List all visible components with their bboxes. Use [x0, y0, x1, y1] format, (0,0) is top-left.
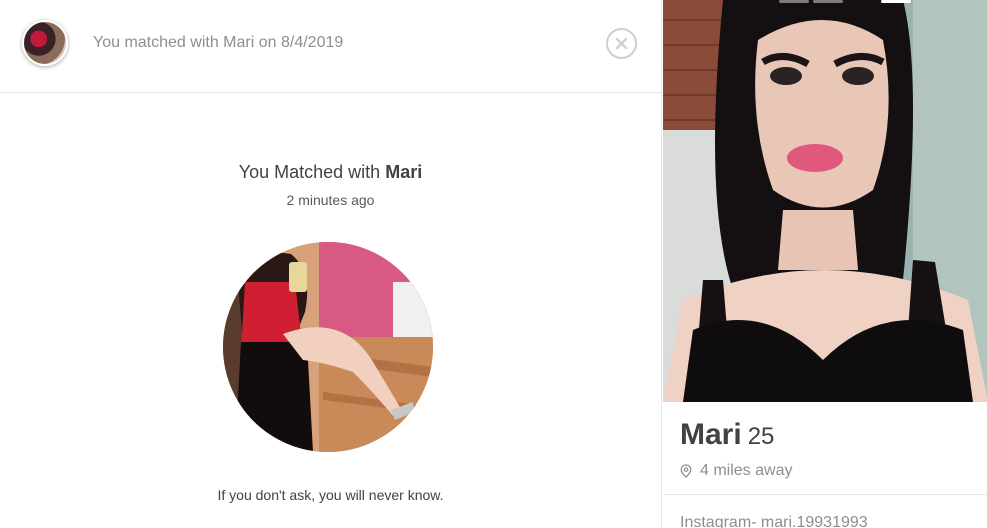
- match-photo[interactable]: [223, 242, 433, 452]
- profile-instagram: Instagram- mari.19931993: [680, 514, 868, 528]
- header-text-on: on: [258, 34, 277, 51]
- profile-divider: [663, 494, 987, 495]
- close-icon: [615, 37, 628, 50]
- location-pin-icon: [680, 464, 692, 478]
- header-match-name: Mari: [223, 34, 255, 51]
- distance-text: 4 miles away: [700, 462, 793, 479]
- match-title-name: Mari: [385, 162, 423, 182]
- profile-photo-image: [663, 0, 987, 402]
- match-header-text: You matched with Mari on 8/4/2019: [93, 34, 343, 52]
- match-time: 2 minutes ago: [286, 192, 375, 208]
- profile-distance: 4 miles away: [680, 462, 792, 480]
- photo-indicators: [663, 0, 987, 4]
- photo-indicator-active[interactable]: [881, 0, 911, 3]
- profile-name-text: Mari: [680, 418, 742, 451]
- header-avatar[interactable]: [22, 20, 68, 66]
- header-match-date: 8/4/2019: [280, 34, 344, 51]
- match-title: You Matched with Mari: [0, 162, 661, 183]
- close-button[interactable]: [606, 28, 637, 59]
- photo-indicator[interactable]: [779, 0, 809, 3]
- photo-indicator[interactable]: [813, 0, 843, 3]
- profile-age: 25: [747, 423, 775, 450]
- match-panel: You matched with Mari on 8/4/2019 You Ma…: [0, 0, 661, 528]
- profile-photo[interactable]: [663, 0, 987, 402]
- match-title-prefix: You Matched with: [238, 162, 381, 182]
- match-header: You matched with Mari on 8/4/2019: [0, 0, 661, 93]
- header-text-prefix: You matched with: [93, 34, 219, 51]
- profile-panel: Mari 25 4 miles away Instagram- mari.1993…: [661, 0, 987, 528]
- profile-name: Mari 25: [680, 418, 774, 452]
- match-photo-image: [223, 242, 433, 452]
- match-bio: If you don't ask, you will never know.: [217, 487, 444, 503]
